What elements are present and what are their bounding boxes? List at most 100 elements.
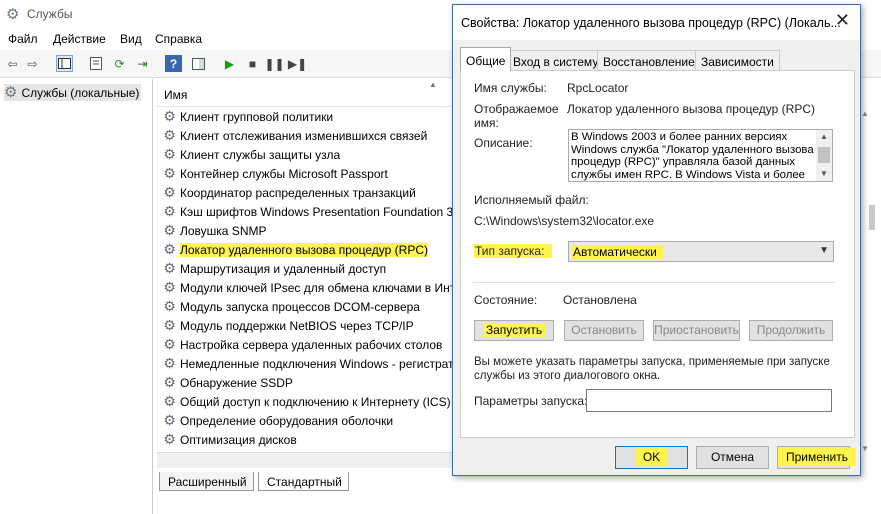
chevron-down-icon: ▼ xyxy=(819,245,829,256)
service-name: Модуль поддержки NetBIOS через TCP/IP xyxy=(180,318,414,333)
service-name: Оптимизация дисков xyxy=(180,432,297,447)
service-row[interactable]: ⚙ Клиент групповой политики xyxy=(157,107,457,126)
service-name: Контейнер службы Microsoft Passport xyxy=(180,166,388,181)
gear-icon: ⚙ xyxy=(163,393,176,409)
service-name: Немедленные подключения Windows - регист… xyxy=(180,356,454,371)
horizontal-scrollbar[interactable] xyxy=(157,452,453,468)
dialog-title: Свойства: Локатор удаленного вызова проц… xyxy=(461,16,841,30)
pause-button[interactable]: Приостановить xyxy=(653,320,740,341)
start-button[interactable]: Запустить xyxy=(474,320,554,341)
menu-file[interactable]: Файл xyxy=(8,32,38,46)
tab-recovery[interactable]: Восстановление xyxy=(597,50,701,70)
stop-service-icon[interactable]: ■ xyxy=(244,55,261,72)
forward-arrow-icon[interactable]: ⇨ xyxy=(24,55,41,72)
scroll-up-arrow-icon[interactable]: ▲ xyxy=(820,132,828,141)
service-row[interactable]: ⚙ Координатор распределенных транзакций xyxy=(157,183,457,202)
ok-button-label: OK xyxy=(634,448,669,466)
view-tabs: Расширенный Стандартный xyxy=(157,470,457,492)
back-arrow-icon[interactable]: ⇦ xyxy=(4,55,21,72)
start-service-icon[interactable]: ▶ xyxy=(221,55,238,72)
pause-service-icon[interactable]: ❚❚ xyxy=(264,55,284,72)
service-name: Маршрутизация и удаленный доступ xyxy=(180,261,387,276)
scroll-down-arrow-icon[interactable]: ▼ xyxy=(820,169,828,178)
gear-icon: ⚙ xyxy=(163,336,176,352)
close-icon[interactable]: ✕ xyxy=(835,11,850,29)
service-row[interactable]: ⚙ Контейнер службы Microsoft Passport xyxy=(157,164,457,183)
service-row[interactable]: ⚙ Оптимизация дисков xyxy=(157,430,457,447)
gear-icon: ⚙ xyxy=(163,355,176,371)
start-params-input[interactable] xyxy=(586,389,832,412)
service-name: Модуль запуска процессов DCOM-сервера xyxy=(180,299,420,314)
service-row[interactable]: ⚙ Маршрутизация и удаленный доступ xyxy=(157,259,457,278)
menu-action[interactable]: Действие xyxy=(53,32,106,46)
gear-icon: ⚙ xyxy=(163,260,176,276)
help-icon[interactable]: ? xyxy=(165,55,182,72)
description-scrollbar[interactable]: ▲ ▼ xyxy=(816,130,832,181)
menu-help[interactable]: Справка xyxy=(155,32,202,46)
service-name-label: Имя службы: xyxy=(474,81,547,95)
service-row[interactable]: ⚙ Модули ключей IPsec для обмена ключами … xyxy=(157,278,457,297)
service-row[interactable]: ⚙ Модуль поддержки NetBIOS через TCP/IP xyxy=(157,316,457,335)
service-name: Клиент групповой политики xyxy=(180,109,334,124)
gear-icon: ⚙ xyxy=(163,127,176,143)
service-name: Общий доступ к подключению к Интернету (… xyxy=(180,394,451,409)
service-row[interactable]: ⚙ Клиент отслеживания изменившихся связей xyxy=(157,126,457,145)
scroll-down-arrow-icon[interactable]: ▼ xyxy=(861,444,869,453)
sort-chevron-icon: ▲ xyxy=(429,80,437,89)
service-row[interactable]: ⚙ Клиент службы защиты узла xyxy=(157,145,457,164)
service-name: Настройка сервера удаленных рабочих стол… xyxy=(180,337,443,352)
tab-extended[interactable]: Расширенный xyxy=(159,472,254,491)
menu-view[interactable]: Вид xyxy=(120,32,142,46)
gear-icon: ⚙ xyxy=(163,146,176,162)
tab-standard[interactable]: Стандартный xyxy=(258,472,349,491)
startup-type-label: Тип запуска: xyxy=(474,244,553,258)
scroll-up-arrow-icon[interactable]: ▲ xyxy=(861,109,869,118)
apply-button[interactable]: Применить xyxy=(777,446,857,469)
show-pane-icon[interactable] xyxy=(190,55,207,72)
service-name: Клиент службы защиты узла xyxy=(180,147,341,162)
export-list-icon[interactable]: ⇥ xyxy=(134,55,151,72)
gear-icon: ⚙ xyxy=(163,108,176,124)
tree-node-label: Службы (локальные) xyxy=(21,85,140,100)
gear-icon: ⚙ xyxy=(163,431,176,447)
cancel-button[interactable]: Отмена xyxy=(696,446,769,469)
tree-node-services-local[interactable]: ⚙ Службы (локальные) xyxy=(4,84,142,101)
gear-icon: ⚙ xyxy=(163,165,176,181)
properties-sheet-icon[interactable] xyxy=(87,55,104,72)
gear-icon: ⚙ xyxy=(163,241,176,257)
service-row[interactable]: ⚙ Определение оборудования оболочки xyxy=(157,411,457,430)
service-name: Кэш шрифтов Windows Presentation Foundat… xyxy=(180,204,454,219)
services-list-header[interactable]: Имя ▲ xyxy=(157,79,457,107)
gear-icon: ⚙ xyxy=(163,317,176,333)
service-row[interactable]: ⚙ Обнаружение SSDP xyxy=(157,373,457,392)
stop-button[interactable]: Остановить xyxy=(564,320,644,341)
startup-type-select[interactable]: Автоматически ▼ xyxy=(568,241,834,262)
column-header-name[interactable]: Имя xyxy=(164,88,187,102)
description-text: В Windows 2003 и более ранних версиях Wi… xyxy=(571,131,814,182)
service-name: Ловушка SNMP xyxy=(180,223,267,238)
refresh-icon[interactable]: ⟳ xyxy=(111,55,128,72)
tab-dependencies[interactable]: Зависимости xyxy=(695,50,780,70)
service-row[interactable]: ⚙ Локатор удаленного вызова процедур (RPC… xyxy=(157,240,457,259)
ok-button[interactable]: OK xyxy=(615,446,688,469)
tab-log-on[interactable]: Вход в систему xyxy=(507,50,605,70)
services-node-icon: ⚙ xyxy=(4,84,18,101)
service-row[interactable]: ⚙ Общий доступ к подключению к Интернету … xyxy=(157,392,457,411)
restart-service-icon[interactable]: ▶❚ xyxy=(288,55,307,72)
gear-icon: ⚙ xyxy=(163,279,176,295)
service-row[interactable]: ⚙ Немедленные подключения Windows - регис… xyxy=(157,354,457,373)
service-row[interactable]: ⚙ Кэш шрифтов Windows Presentation Founda… xyxy=(157,202,457,221)
main-window-title: Службы xyxy=(27,7,73,21)
actions-scrollbar-thumb[interactable] xyxy=(869,205,875,230)
service-row[interactable]: ⚙ Модуль запуска процессов DCOM-сервера xyxy=(157,297,457,316)
executable-path: C:\Windows\system32\locator.exe xyxy=(474,214,655,228)
service-row[interactable]: ⚙ Настройка сервера удаленных рабочих сто… xyxy=(157,335,457,354)
display-name-value: Локатор удаленного вызова процедур (RPC) xyxy=(567,102,816,116)
description-box[interactable]: В Windows 2003 и более ранних версиях Wi… xyxy=(568,129,833,182)
gear-icon: ⚙ xyxy=(163,412,176,428)
tab-general[interactable]: Общие xyxy=(460,47,512,71)
scrollbar-thumb[interactable] xyxy=(818,147,830,163)
console-tree-icon[interactable] xyxy=(56,55,73,72)
service-row[interactable]: ⚙ Ловушка SNMP xyxy=(157,221,457,240)
resume-button[interactable]: Продолжить xyxy=(749,320,833,341)
